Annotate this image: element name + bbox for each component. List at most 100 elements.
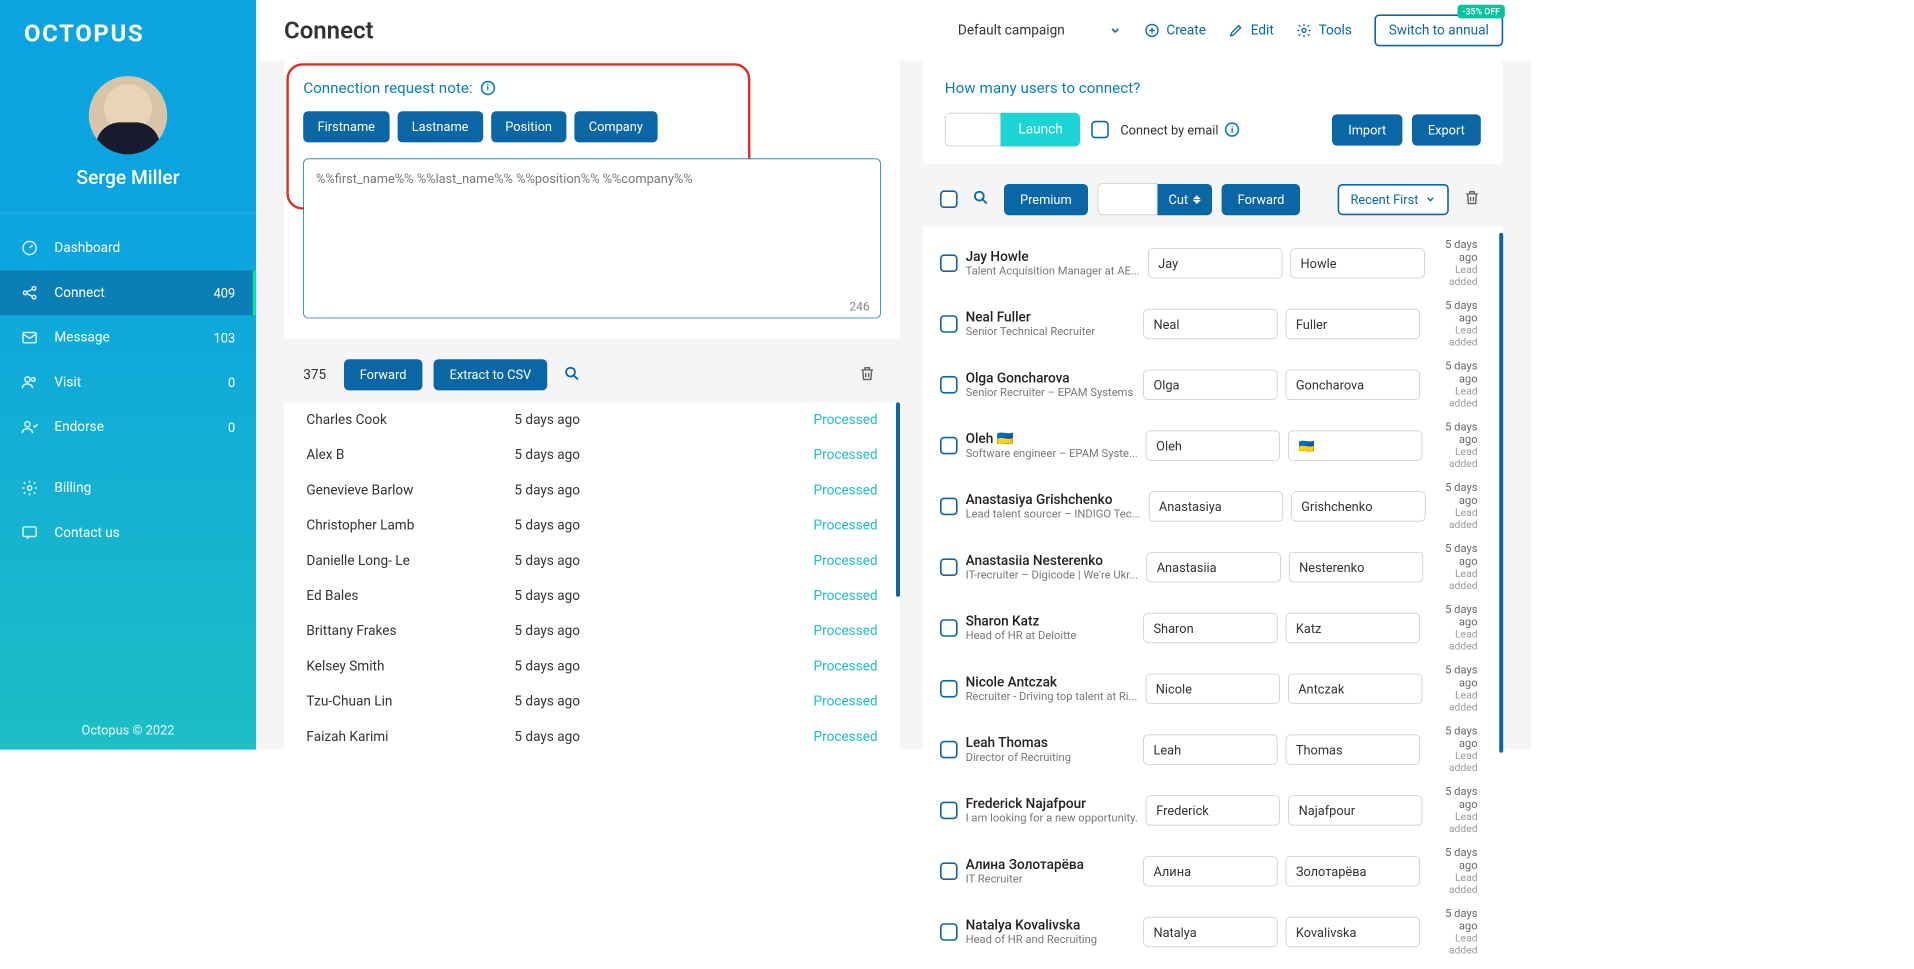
import-button[interactable]: Import (1332, 114, 1402, 145)
switch-annual-button[interactable]: Switch to annual -35% OFF (1374, 14, 1503, 46)
lead-name[interactable]: Anastasiya Grishchenko (966, 492, 1141, 508)
cut-button[interactable]: Cut (1157, 184, 1212, 215)
lead-lastname-input[interactable] (1285, 856, 1419, 886)
lead-name[interactable]: Sharon Katz (966, 614, 1135, 630)
cut-input[interactable] (1097, 183, 1157, 215)
sidebar-item-visit[interactable]: Visit 0 (0, 360, 256, 405)
lead-name[interactable]: Leah Thomas (966, 735, 1135, 751)
lead-title: Director of Recruiting (966, 751, 1135, 764)
lead-firstname-input[interactable] (1145, 674, 1279, 704)
info-icon[interactable]: i (481, 80, 495, 94)
lead-name[interactable]: Neal Fuller (966, 310, 1135, 326)
search-button[interactable] (967, 184, 994, 214)
sidebar-item-message[interactable]: Message 103 (0, 315, 256, 360)
lead-checkbox[interactable] (940, 254, 958, 272)
lead-firstname-input[interactable] (1148, 491, 1282, 521)
lead-firstname-input[interactable] (1143, 734, 1277, 764)
lead-firstname-input[interactable] (1146, 552, 1280, 582)
sidebar-item-billing[interactable]: Billing (0, 466, 256, 511)
lead-name[interactable]: Nicole Antczak (966, 674, 1138, 690)
lead-checkbox[interactable] (940, 498, 958, 516)
lead-checkbox[interactable] (940, 619, 958, 637)
processed-row[interactable]: Tzu-Chuan Lin5 days agoProcessed (284, 684, 900, 719)
delete-button[interactable] (1458, 184, 1485, 214)
info-icon[interactable]: i (1225, 122, 1239, 136)
lead-lastname-input[interactable] (1288, 430, 1422, 460)
processed-row[interactable]: Genevieve Barlow5 days agoProcessed (284, 473, 900, 508)
lead-lastname-input[interactable] (1285, 309, 1419, 339)
var-firstname-button[interactable]: Firstname (303, 111, 389, 142)
lead-lastname-input[interactable] (1285, 917, 1419, 947)
lead-lastname-input[interactable] (1285, 370, 1419, 400)
sidebar-item-contact[interactable]: Contact us (0, 510, 256, 555)
sidebar-item-connect[interactable]: Connect 409 (0, 270, 256, 315)
lead-name[interactable]: Olga Goncharova (966, 370, 1135, 386)
lead-checkbox[interactable] (940, 376, 958, 394)
note-textarea[interactable] (303, 158, 881, 318)
var-company-button[interactable]: Company (574, 111, 657, 142)
lead-checkbox[interactable] (940, 558, 958, 576)
lead-firstname-input[interactable] (1146, 430, 1280, 460)
processed-row[interactable]: Faizah Karimi5 days agoProcessed (284, 719, 900, 754)
lead-name[interactable]: Natalya Kovalivska (966, 918, 1135, 934)
lead-name[interactable]: Frederick Najafpour (966, 796, 1138, 812)
processed-row[interactable]: Kelsey Smith5 days agoProcessed (284, 649, 900, 684)
lead-firstname-input[interactable] (1143, 309, 1277, 339)
lead-lastname-input[interactable] (1291, 491, 1425, 521)
processed-row[interactable]: Charles Cook5 days agoProcessed (284, 402, 900, 437)
lead-name[interactable]: Алина Золотарёва (966, 857, 1135, 873)
lead-checkbox[interactable] (940, 437, 958, 455)
export-button[interactable]: Export (1412, 114, 1481, 145)
sidebar-item-endorse[interactable]: Endorse 0 (0, 405, 256, 450)
avatar[interactable] (89, 76, 167, 154)
lead-lastname-input[interactable] (1290, 248, 1424, 278)
connect-email-checkbox[interactable] (1092, 121, 1110, 139)
processed-row[interactable]: Alex B5 days agoProcessed (284, 438, 900, 473)
lead-name[interactable]: Anastasiia Nesterenko (966, 553, 1139, 569)
lead-firstname-input[interactable] (1143, 917, 1277, 947)
lead-checkbox[interactable] (940, 802, 958, 820)
lead-checkbox[interactable] (940, 741, 958, 759)
tools-label: Tools (1319, 22, 1352, 38)
sort-button[interactable]: Recent First (1338, 184, 1449, 215)
processed-row[interactable]: Christopher Lamb5 days agoProcessed (284, 508, 900, 543)
lead-time: 5 days ago (1431, 542, 1478, 568)
lead-lastname-input[interactable] (1288, 795, 1422, 825)
lead-lastname-input[interactable] (1285, 613, 1419, 643)
forward-button[interactable]: Forward (344, 359, 423, 390)
lead-firstname-input[interactable] (1146, 795, 1280, 825)
left-panel: Connection request note: i Firstname Las… (284, 61, 900, 969)
extract-csv-button[interactable]: Extract to CSV (434, 359, 548, 390)
lead-firstname-input[interactable] (1148, 248, 1282, 278)
premium-button[interactable]: Premium (1004, 184, 1088, 215)
lead-checkbox[interactable] (940, 315, 958, 333)
delete-button[interactable] (854, 360, 881, 390)
processed-status: Processed (814, 518, 878, 534)
lead-lastname-input[interactable] (1285, 734, 1419, 764)
lead-name[interactable]: Oleh 🇺🇦 (966, 431, 1138, 447)
processed-row[interactable]: Ed Bales5 days agoProcessed (284, 578, 900, 613)
forward-button[interactable]: Forward (1222, 184, 1301, 215)
var-lastname-button[interactable]: Lastname (397, 111, 483, 142)
lead-checkbox[interactable] (940, 923, 958, 941)
connect-count-input[interactable] (945, 113, 1001, 147)
edit-button[interactable]: Edit (1228, 22, 1273, 38)
sidebar-item-dashboard[interactable]: Dashboard (0, 226, 256, 271)
create-button[interactable]: Create (1144, 22, 1206, 38)
lead-firstname-input[interactable] (1143, 856, 1277, 886)
launch-button[interactable]: Launch (1001, 113, 1081, 147)
lead-firstname-input[interactable] (1143, 613, 1277, 643)
processed-row[interactable]: Brittany Frakes5 days agoProcessed (284, 614, 900, 649)
campaign-select[interactable]: Default campaign (958, 22, 1122, 38)
lead-name[interactable]: Jay Howle (966, 249, 1140, 265)
search-button[interactable] (558, 360, 585, 390)
select-all-checkbox[interactable] (940, 190, 958, 208)
lead-checkbox[interactable] (940, 680, 958, 698)
lead-firstname-input[interactable] (1143, 370, 1277, 400)
tools-button[interactable]: Tools (1296, 22, 1352, 38)
lead-lastname-input[interactable] (1288, 674, 1422, 704)
lead-checkbox[interactable] (940, 862, 958, 880)
lead-lastname-input[interactable] (1289, 552, 1423, 582)
processed-row[interactable]: Danielle Long- Le5 days agoProcessed (284, 543, 900, 578)
var-position-button[interactable]: Position (491, 111, 566, 142)
